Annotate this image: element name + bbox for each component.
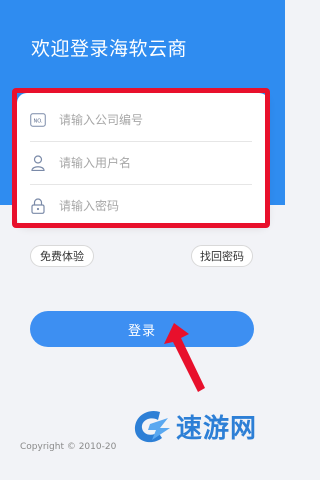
highlight-box	[12, 88, 270, 228]
login-button[interactable]: 登录	[30, 311, 254, 347]
page-title: 欢迎登录海软云商	[31, 38, 188, 60]
watermark-text: 速游网	[176, 413, 258, 444]
forgot-password-button[interactable]: 找回密码	[191, 245, 253, 267]
pointer-arrow	[164, 323, 205, 392]
copyright-text: Copyright © 2010-20	[20, 442, 117, 452]
free-trial-button[interactable]: 免费体验	[30, 245, 94, 267]
watermark: 速游网	[130, 406, 257, 446]
watermark-logo-icon	[134, 410, 170, 443]
